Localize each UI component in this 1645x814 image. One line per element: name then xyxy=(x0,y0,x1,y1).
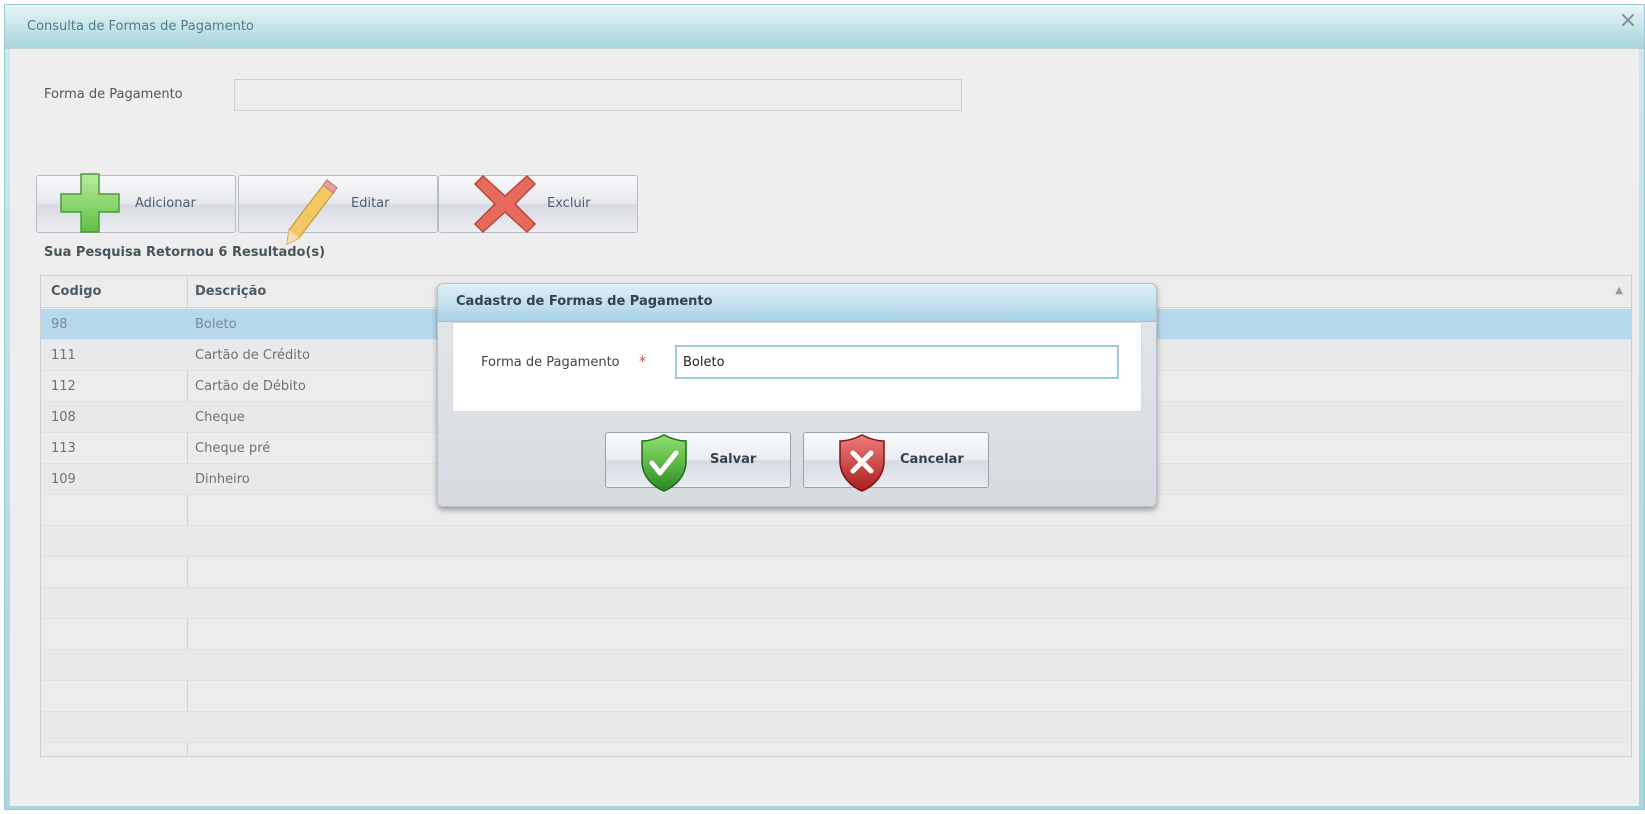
plus-icon xyxy=(60,173,120,233)
window-titlebar: Consulta de Formas de Pagamento xyxy=(5,5,1644,49)
save-button-label: Salvar xyxy=(710,452,757,467)
add-button[interactable]: Adicionar xyxy=(36,173,236,233)
edit-button-label: Editar xyxy=(351,196,390,211)
cancel-button[interactable]: Cancelar xyxy=(803,432,989,492)
empty-row xyxy=(41,557,1631,588)
delete-button-label: Excluir xyxy=(547,196,591,211)
window-title: Consulta de Formas de Pagamento xyxy=(27,19,254,34)
cadastro-dialog: Cadastro de Formas de Pagamento Forma de… xyxy=(437,283,1157,507)
empty-row xyxy=(41,681,1631,712)
cell-descricao: Cheque pré xyxy=(195,441,271,456)
shield-check-icon xyxy=(641,434,687,492)
cell-descricao: Cartão de Crédito xyxy=(195,348,310,363)
column-header-codigo[interactable]: Codigo xyxy=(51,284,101,299)
cell-codigo: 112 xyxy=(51,379,76,394)
empty-row xyxy=(41,712,1631,743)
empty-row xyxy=(41,650,1631,681)
filter-input[interactable] xyxy=(234,79,962,111)
column-header-descricao[interactable]: Descrição xyxy=(195,284,266,299)
filter-label: Forma de Pagamento xyxy=(44,87,183,102)
close-icon[interactable]: × xyxy=(1617,10,1639,32)
sort-up-icon[interactable]: ▲ xyxy=(1615,285,1623,296)
cell-codigo: 98 xyxy=(51,317,68,332)
cell-codigo: 111 xyxy=(51,348,76,363)
x-icon xyxy=(473,174,537,234)
pencil-icon xyxy=(286,179,338,246)
dialog-body: Forma de Pagamento * xyxy=(452,322,1142,412)
cell-codigo: 108 xyxy=(51,410,76,425)
save-button[interactable]: Salvar xyxy=(605,432,791,492)
delete-button[interactable]: Excluir xyxy=(438,174,638,234)
empty-row xyxy=(41,526,1631,557)
cell-descricao: Cartão de Débito xyxy=(195,379,306,394)
cell-descricao: Boleto xyxy=(195,317,237,332)
required-marker: * xyxy=(639,354,646,370)
dialog-title: Cadastro de Formas de Pagamento xyxy=(456,294,713,309)
cell-codigo: 113 xyxy=(51,441,76,456)
edit-button[interactable]: Editar xyxy=(238,175,438,246)
empty-row xyxy=(41,619,1631,650)
cell-descricao: Dinheiro xyxy=(195,472,250,487)
forma-pagamento-input[interactable] xyxy=(675,345,1119,379)
results-count: Sua Pesquisa Retornou 6 Resultado(s) xyxy=(44,245,326,260)
dialog-header: Cadastro de Formas de Pagamento xyxy=(438,284,1156,322)
add-button-label: Adicionar xyxy=(135,196,196,211)
cancel-button-label: Cancelar xyxy=(900,452,964,467)
field-label: Forma de Pagamento xyxy=(481,355,620,370)
empty-row xyxy=(41,588,1631,619)
cell-codigo: 109 xyxy=(51,472,76,487)
shield-x-icon xyxy=(839,434,885,492)
cell-descricao: Cheque xyxy=(195,410,245,425)
